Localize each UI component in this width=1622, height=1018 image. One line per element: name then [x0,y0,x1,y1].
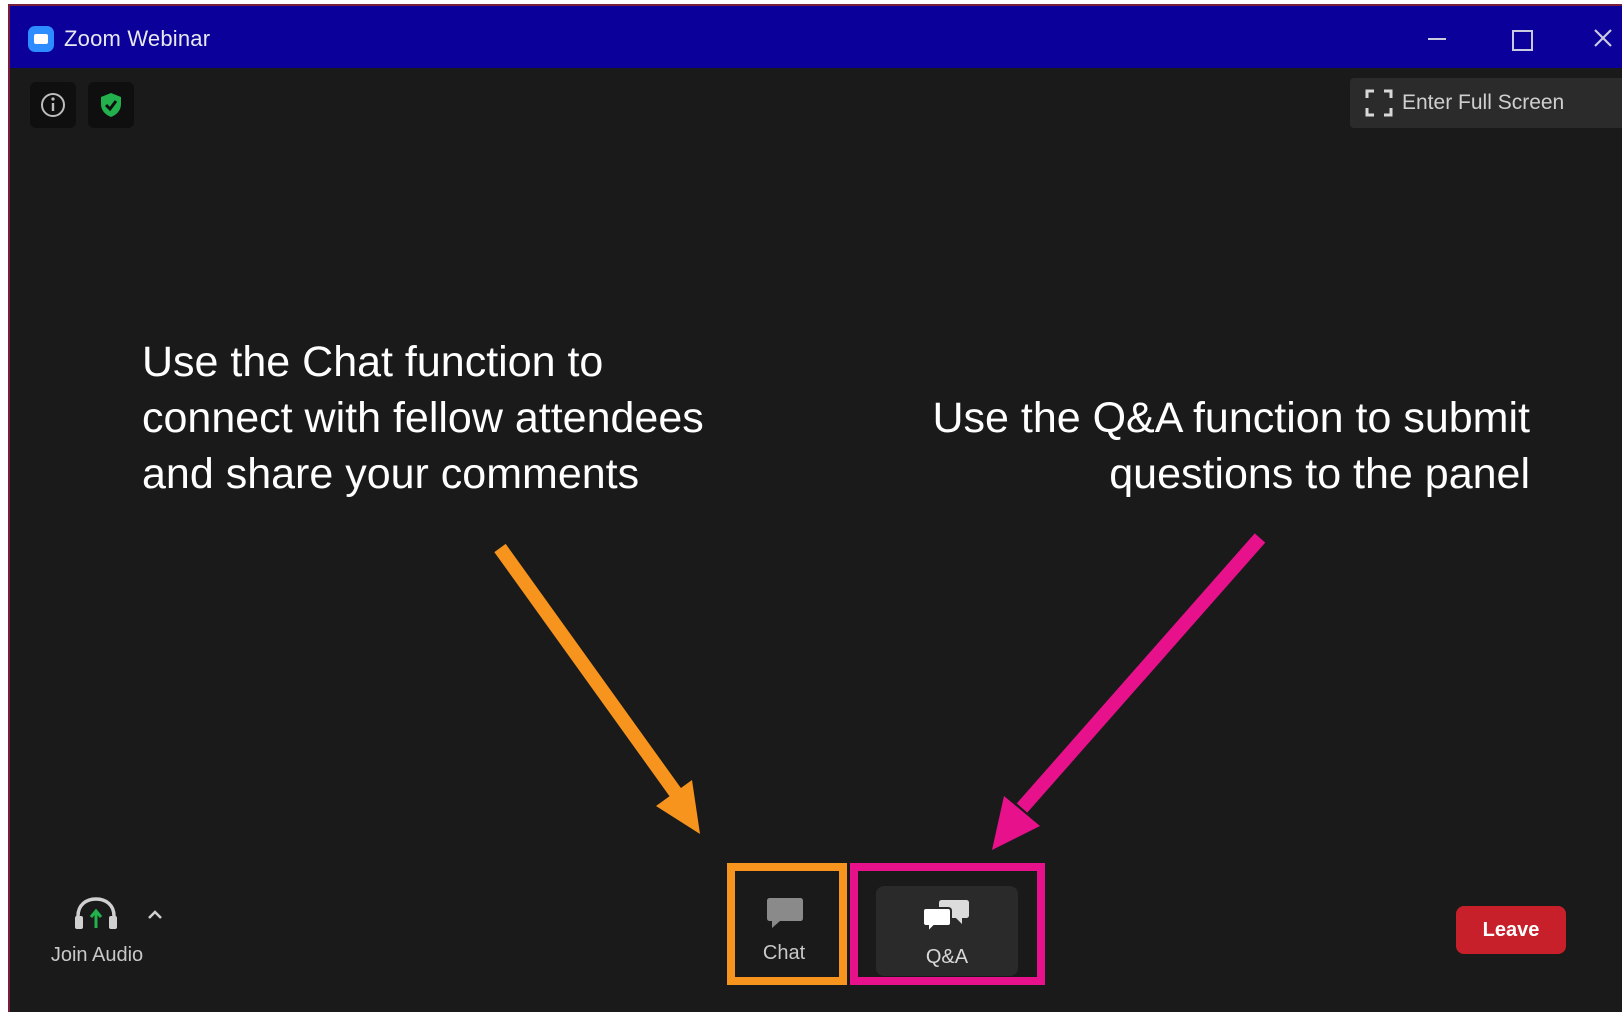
qa-highlight-box [850,863,1045,985]
chevron-up-icon [148,910,162,919]
join-audio-label: Join Audio [50,944,144,966]
zoom-window: Zoom Webinar Enter Full Screen Use the C… [8,4,1622,1012]
join-audio-button[interactable]: Join Audio [38,892,156,976]
qa-arrow [992,533,1266,850]
chat-highlight-box [727,863,847,985]
chat-arrow [494,543,700,834]
leave-button[interactable]: Leave [1456,906,1566,954]
annotation-arrows [494,533,1266,850]
headphones-icon [75,897,117,929]
audio-options-caret[interactable] [144,904,166,926]
